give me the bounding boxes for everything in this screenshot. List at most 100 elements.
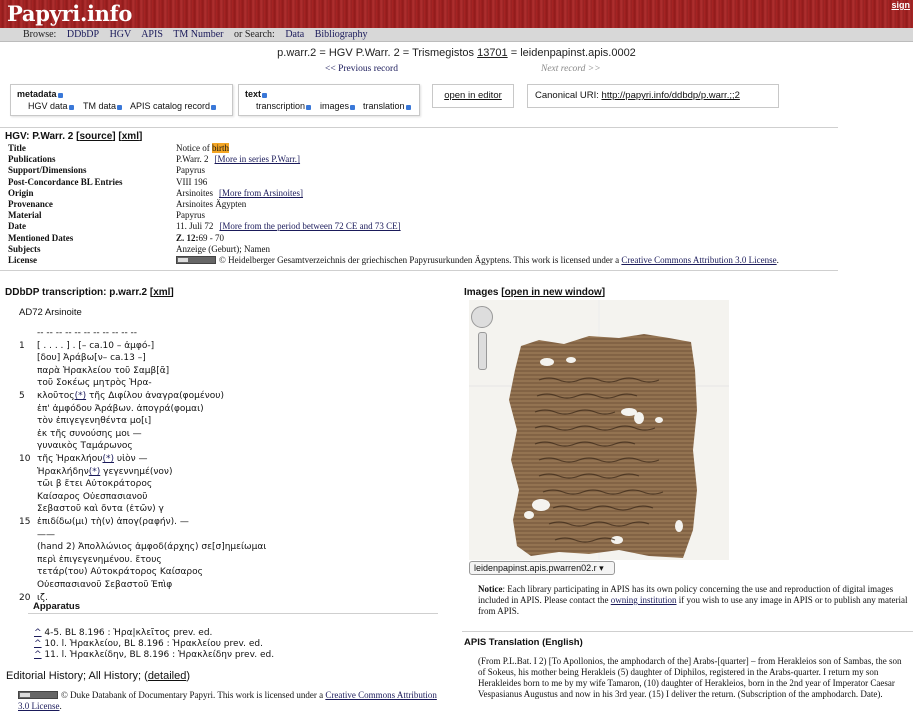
hgv-section-title: HGV: P.Warr. 2 [source] [xml] — [5, 131, 143, 142]
more-from-arsinoites-link[interactable]: [More from Arsinoites] — [219, 188, 303, 198]
apis-translation-text: (From P.L.Bat. I 2) [To Apollonios, the … — [478, 656, 902, 699]
meta-row-mentioned-dates: Mentioned Dates Z. 12:69 - 70 — [8, 233, 224, 243]
line-text: (hand 2) Ἀπολλώνιος ἀμφοδ(άρχης) σε[σ]ημ… — [37, 542, 267, 552]
transcription-line: [δου] Ἀράβω[ν– ca.13 –] — [19, 352, 439, 364]
text-panel: text transcription images translation — [238, 84, 420, 116]
toggle-images[interactable]: images — [320, 101, 356, 111]
ddbdp-xml-link[interactable]: xml — [153, 287, 170, 298]
image-viewer[interactable] — [469, 300, 729, 560]
transcription-line: τῶι β ἔτει Αὐτοκράτορος — [19, 478, 439, 490]
meta-row-subjects: Subjects Anzeige (Geburt); Namen — [8, 244, 270, 254]
line-number: 15 — [19, 517, 31, 527]
next-record-link: Next record >> — [541, 64, 601, 74]
nav-ddbdp[interactable]: DDbDP — [67, 29, 99, 40]
toggle-apis-catalog[interactable]: APIS catalog record — [130, 101, 217, 111]
record-ids-prefix: p.warr.2 = HGV P.Warr. 2 = Trismegistos — [277, 47, 478, 59]
canonical-uri-link[interactable]: http://papyri.info/ddbdp/p.warr.;;2 — [602, 90, 740, 101]
tm-number-link[interactable]: 13701 — [477, 47, 508, 59]
record-identifiers: p.warr.2 = HGV P.Warr. 2 = Trismegistos … — [0, 47, 913, 59]
checkbox-icon[interactable] — [262, 93, 268, 98]
apis-translation-title: APIS Translation (English) — [464, 637, 583, 648]
detailed-history-link[interactable]: detailed — [148, 670, 187, 682]
transcription-line: 20 ιζ. — [19, 592, 439, 604]
line-text: γυναικὸς Ταμάρωνος — [37, 441, 133, 451]
cc-license-badge — [18, 691, 58, 699]
search-bibliography[interactable]: Bibliography — [315, 29, 368, 40]
transcription-line: Καίσαρος Οὐεσπασιανοῦ — [19, 491, 439, 503]
transcription-line: Οὐεσπασιανοῦ Σεβαστοῦ Ἐπὶφ — [19, 579, 439, 591]
line-text: —— — [37, 530, 55, 540]
transcription-line: (hand 2) Ἀπολλώνιος ἀμφοδ(άρχης) σε[σ]ημ… — [19, 541, 439, 553]
open-new-window-link[interactable]: open in new window — [505, 287, 602, 298]
transcription-line: ἐπ' ἀμφόδου Ἀράβων. ἀπογρά(φομαι) — [19, 403, 439, 415]
images-section-title: Images [open in new window] — [464, 287, 606, 298]
search-label: or Search: — [234, 29, 275, 40]
text-label[interactable]: text — [245, 89, 268, 99]
divider — [0, 270, 838, 271]
nav-hgv[interactable]: HGV — [110, 29, 132, 40]
note-link[interactable]: (*) — [102, 454, 114, 464]
line-text: περὶ ἐπιγεγενημένου. ἔτους — [37, 555, 162, 565]
more-in-series-link[interactable]: [More in series P.Warr.] — [215, 154, 301, 164]
canonical-uri-box: Canonical URI: http://papyri.info/ddbdp/… — [527, 84, 779, 108]
line-text: ἐπ' ἀμφόδου Ἀράβων. ἀπογρά(φομαι) — [37, 404, 204, 414]
cc-license-badge — [176, 256, 216, 264]
owning-institution-link[interactable]: owning institution — [611, 595, 677, 605]
editorial-history: Editorial History; All History; (detaile… — [6, 670, 191, 682]
line-text: [ . . . . ] . [– ca.10 – ἀμφό-] — [37, 341, 155, 351]
line-text: ἐκ τῆς συνούσης μοι — — [37, 429, 142, 439]
nav-tm-number[interactable]: TM Number — [173, 29, 223, 40]
pan-control[interactable] — [471, 306, 493, 328]
cc-license-link[interactable]: Creative Commons Attribution 3.0 License — [621, 255, 776, 265]
meta-row-title: Title Notice of birth — [8, 143, 229, 153]
transcription-line: παρὰ Ἡρακλείου τοῦ Σαμβ[ᾶ] — [19, 365, 439, 377]
divider — [462, 631, 913, 632]
site-logo[interactable]: Papyri.info — [7, 1, 132, 26]
previous-record-link[interactable]: << Previous record — [325, 64, 398, 74]
zoom-control[interactable] — [478, 332, 487, 370]
canonical-uri-label: Canonical URI: — [535, 90, 599, 101]
line-text: τῶι β ἔτει Αὐτοκράτορος — [37, 479, 153, 489]
note-link[interactable]: (*) — [75, 391, 87, 401]
meta-row-license: License © Heidelberger Gesamtverzeichnis … — [8, 255, 779, 265]
apparatus-anchor-link[interactable]: ^ — [34, 650, 42, 660]
toggle-tm-data[interactable]: TM data — [83, 101, 123, 111]
search-data[interactable]: Data — [285, 29, 304, 40]
metadata-label[interactable]: metadata — [17, 89, 63, 99]
line-number: 10 — [19, 454, 31, 464]
line-text: Οὐεσπασιανοῦ Σεβαστοῦ Ἐπὶφ — [37, 580, 173, 590]
checkbox-icon[interactable] — [211, 105, 217, 110]
image-select-dropdown[interactable]: leidenpapinst.apis.pwarren02.r ▾ — [469, 561, 615, 575]
divider — [28, 613, 438, 614]
note-link[interactable]: (*) — [89, 467, 101, 477]
apparatus-title: Apparatus — [33, 601, 80, 612]
checkbox-icon[interactable] — [306, 105, 312, 110]
transcription-line: -- -- -- -- -- -- -- -- -- -- -- — [19, 327, 439, 339]
checkbox-icon[interactable] — [68, 105, 74, 110]
hgv-xml-link[interactable]: xml — [122, 131, 139, 142]
meta-row-date: Date 11. Juli 72 [More from the period bet… — [8, 221, 401, 231]
search-highlight: birth — [212, 143, 229, 153]
apparatus-anchor-link[interactable]: ^ — [34, 639, 42, 649]
transcription-line: ἐκ τῆς συνούσης μοι — — [19, 428, 439, 440]
open-in-editor-button[interactable]: open in editor — [432, 84, 514, 108]
toggle-hgv-data[interactable]: HGV data — [28, 101, 74, 111]
transcription-line: Σεβαστοῦ καὶ ὄντα (ἐτῶν) γ — [19, 503, 439, 515]
checkbox-icon[interactable] — [350, 105, 356, 110]
toggle-translation[interactable]: translation — [363, 101, 411, 111]
checkbox-icon[interactable] — [405, 105, 411, 110]
meta-row-provenance: Provenance Arsinoites Ägypten — [8, 199, 247, 209]
divider — [0, 127, 838, 128]
apparatus-anchor-link[interactable]: ^ — [34, 628, 42, 638]
line-text: Ἡρακλήδην(*) γεγεννημέ(νον) — [37, 467, 173, 477]
line-number: 5 — [19, 391, 25, 401]
checkbox-icon[interactable] — [117, 105, 123, 110]
checkbox-icon[interactable] — [57, 93, 63, 98]
source-link[interactable]: source — [79, 131, 112, 142]
more-from-period-link[interactable]: [More from the period between 72 CE and … — [219, 221, 400, 231]
sign-in-link[interactable]: sign — [891, 0, 910, 10]
nav-apis[interactable]: APIS — [141, 29, 163, 40]
line-text: Καίσαρος Οὐεσπασιανοῦ — [37, 492, 148, 502]
toggle-transcription[interactable]: transcription — [256, 101, 312, 111]
papyrus-image — [469, 300, 729, 560]
